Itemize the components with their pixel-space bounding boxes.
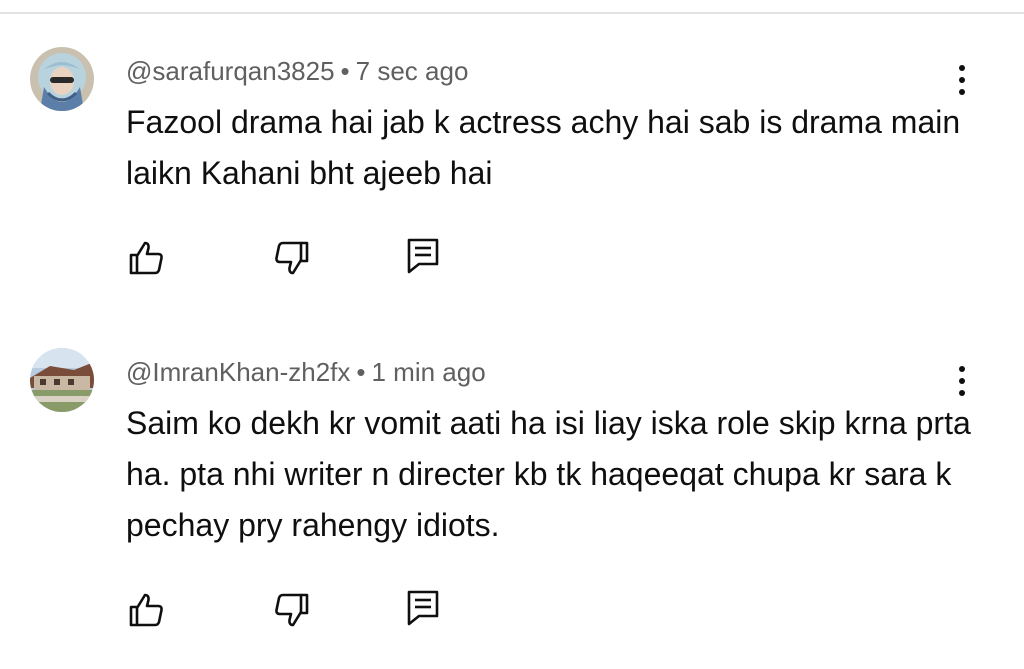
thumbs-up-icon	[129, 241, 163, 275]
thumbs-down-icon	[275, 241, 309, 275]
thumbs-down-icon	[275, 593, 309, 627]
comments-page: @sarafurqan3825 • 7 sec ago Fazool drama h…	[0, 0, 1024, 669]
like-button[interactable]	[126, 238, 166, 278]
top-divider	[0, 12, 1024, 14]
reply-comment-icon	[407, 238, 439, 274]
comment-timestamp[interactable]: 7 sec ago	[356, 56, 469, 86]
more-vertical-icon[interactable]	[948, 60, 976, 100]
meta-separator: •	[340, 56, 350, 86]
comment-author[interactable]: @ImranKhan-zh2fx	[126, 357, 350, 387]
comment-meta: @ImranKhan-zh2fx • 1 min ago	[126, 356, 486, 388]
comment-author[interactable]: @sarafurqan3825	[126, 56, 335, 86]
meta-separator: •	[356, 357, 366, 387]
reply-button[interactable]	[403, 236, 443, 276]
avatar[interactable]	[30, 348, 94, 412]
avatar[interactable]	[30, 47, 94, 111]
more-vertical-icon[interactable]	[948, 361, 976, 401]
thumbs-up-icon	[129, 593, 163, 627]
comment-timestamp[interactable]: 1 min ago	[372, 357, 486, 387]
like-button[interactable]	[126, 590, 166, 630]
avatar-house-photo-icon	[30, 348, 94, 412]
avatar-girl-with-scarf-icon	[30, 47, 94, 111]
reply-button[interactable]	[403, 588, 443, 628]
comment-text: Saim ko dekh kr vomit aati ha isi liay i…	[126, 405, 971, 543]
dislike-button[interactable]	[272, 590, 312, 630]
comment-meta: @sarafurqan3825 • 7 sec ago	[126, 55, 468, 87]
comment-text: Fazool drama hai jab k actress achy hai …	[126, 104, 961, 191]
dislike-button[interactable]	[272, 238, 312, 278]
reply-comment-icon	[407, 590, 439, 626]
